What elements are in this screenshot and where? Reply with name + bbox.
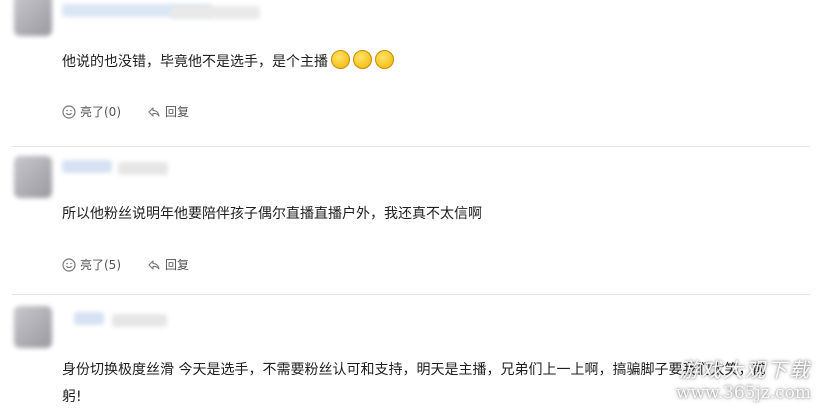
timestamp-blurred: [118, 162, 168, 175]
comment-text-line-2: 躬!: [62, 389, 82, 405]
avatar[interactable]: [14, 306, 52, 348]
comment-text: 所以他粉丝说明年他要陪伴孩子偶尔直播直播户外，我还真不太信啊: [62, 206, 482, 222]
watermark: 游戏大观下载 www.365jz.com: [676, 358, 811, 403]
like-button[interactable]: 亮了(5): [62, 256, 121, 273]
timestamp-blurred: [112, 314, 167, 327]
reply-arrow-icon: [148, 106, 160, 117]
comment-actions: 亮了(5) 回复: [62, 256, 215, 273]
username-blurred[interactable]: [62, 160, 112, 173]
avatar[interactable]: [14, 156, 52, 198]
comment-text-line-1: 身份切换极度丝滑 今天是选手，不需要粉丝认可和支持，明天是主播，兄弟们上一上啊，…: [62, 362, 767, 378]
timestamp-blurred: [170, 6, 260, 19]
comment-actions: 亮了(0) 回复: [62, 103, 215, 120]
username-blurred[interactable]: [74, 312, 104, 325]
comment-1: 他说的也没错，毕竟他不是选手，是个主播 亮了(0) 回复: [0, 0, 821, 145]
reply-button[interactable]: 回复: [147, 256, 189, 273]
thinking-face-emoji: [353, 50, 372, 69]
thinking-face-emoji: [375, 50, 394, 69]
reply-arrow-icon: [148, 259, 160, 270]
like-button[interactable]: 亮了(0): [62, 103, 121, 120]
smile-icon: [62, 257, 76, 272]
comment-2: 所以他粉丝说明年他要陪伴孩子偶尔直播直播户外，我还真不太信啊 亮了(5) 回复: [0, 146, 821, 291]
avatar[interactable]: [14, 0, 52, 36]
comment-text: 他说的也没错，毕竟他不是选手，是个主播: [62, 50, 394, 72]
thinking-face-emoji: [331, 50, 350, 69]
smile-icon: [62, 104, 76, 119]
reply-button[interactable]: 回复: [147, 103, 189, 120]
